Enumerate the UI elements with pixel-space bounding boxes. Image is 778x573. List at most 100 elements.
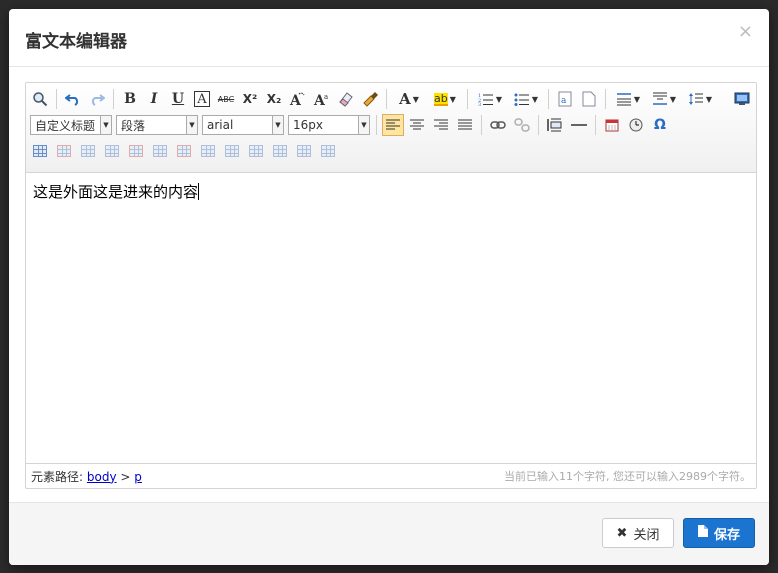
toolbar-separator bbox=[595, 115, 596, 135]
insert-row-icon[interactable] bbox=[101, 140, 123, 162]
format-match-icon[interactable]: A bbox=[287, 88, 309, 110]
bold-button[interactable]: B bbox=[119, 88, 141, 110]
fullscreen-icon[interactable] bbox=[731, 88, 753, 110]
insert-paragraph-before-table-icon[interactable] bbox=[77, 140, 99, 162]
modal-header: 富文本编辑器 × bbox=[9, 9, 769, 67]
svg-text:A: A bbox=[289, 93, 302, 107]
line-height-button[interactable]: ▼ bbox=[683, 88, 717, 110]
toolbar-separator bbox=[56, 89, 57, 109]
editor-statusbar: 元素路径: body > p 当前已输入11个字符, 您还可以输入2989个字符… bbox=[26, 463, 756, 488]
word-count: 当前已输入11个字符, 您还可以输入2989个字符。 bbox=[504, 470, 751, 483]
table-icon bbox=[105, 145, 119, 157]
toolbar-separator bbox=[386, 89, 387, 109]
toolbar-row-1: B I U A ABC X² X₂ A Aa A ▼ ab ▼ 1 2 3 ▼ … bbox=[28, 86, 756, 112]
editor-text: 这是外面这是进来的内容 bbox=[33, 183, 199, 201]
italic-button[interactable]: I bbox=[143, 88, 165, 110]
horizontal-rule-icon[interactable] bbox=[568, 114, 590, 136]
clock-icon[interactable] bbox=[625, 114, 647, 136]
file-icon bbox=[697, 525, 708, 541]
editor-toolbar: B I U A ABC X² X₂ A Aa A ▼ ab ▼ 1 2 3 ▼ … bbox=[26, 83, 756, 173]
merge-down-icon[interactable] bbox=[245, 140, 267, 162]
link-icon[interactable] bbox=[487, 114, 509, 136]
merge-right-icon[interactable] bbox=[221, 140, 243, 162]
insert-frame-icon[interactable] bbox=[544, 114, 566, 136]
delete-column-icon[interactable] bbox=[173, 140, 195, 162]
editor: B I U A ABC X² X₂ A Aa A ▼ ab ▼ 1 2 3 ▼ … bbox=[25, 82, 757, 489]
chevron-down-icon: ▼ bbox=[449, 94, 456, 104]
highlight-color-button[interactable]: ab ▼ bbox=[428, 88, 462, 110]
toolbar-row-2: 自定义标题 ▼ 段落 ▼ arial ▼ 16px ▼ Ω bbox=[28, 112, 756, 138]
auto-typeset-icon[interactable]: Aa bbox=[311, 88, 333, 110]
chevron-down-icon: ▼ bbox=[705, 94, 713, 104]
delete-table-icon[interactable] bbox=[53, 140, 75, 162]
chevron-down-icon: ▼ bbox=[495, 94, 503, 104]
insert-table-icon[interactable] bbox=[29, 140, 51, 162]
toolbar-separator bbox=[538, 115, 539, 135]
page-break-icon[interactable] bbox=[578, 88, 600, 110]
editor-content[interactable]: 这是外面这是进来的内容 bbox=[26, 173, 756, 467]
align-center-icon[interactable] bbox=[406, 114, 428, 136]
subscript-button[interactable]: X₂ bbox=[263, 88, 285, 110]
save-button[interactable]: 保存 bbox=[683, 518, 755, 548]
path-link-body[interactable]: body bbox=[87, 470, 117, 484]
split-cells-icon[interactable] bbox=[269, 140, 291, 162]
chevron-down-icon: ▼ bbox=[412, 94, 419, 104]
chevron-down-icon: ▼ bbox=[358, 116, 369, 134]
split-columns-icon[interactable] bbox=[317, 140, 339, 162]
font-family-select[interactable]: arial ▼ bbox=[202, 115, 284, 135]
custom-heading-select[interactable]: 自定义标题 ▼ bbox=[30, 115, 112, 135]
chevron-down-icon: ▼ bbox=[186, 116, 197, 134]
close-icon: ✖ bbox=[616, 525, 628, 541]
close-button[interactable]: ✖ 关闭 bbox=[602, 518, 674, 548]
table-icon bbox=[201, 145, 215, 157]
calendar-icon[interactable] bbox=[601, 114, 623, 136]
unordered-list-button[interactable]: ▼ bbox=[509, 88, 543, 110]
align-right-icon[interactable] bbox=[430, 114, 452, 136]
toolbar-separator bbox=[467, 89, 468, 109]
font-color-button[interactable]: A ▼ bbox=[392, 88, 426, 110]
strikethrough-button[interactable]: ABC bbox=[215, 88, 237, 110]
chevron-down-icon: ▼ bbox=[633, 94, 641, 104]
insert-column-icon[interactable] bbox=[149, 140, 171, 162]
unlink-icon[interactable] bbox=[511, 114, 533, 136]
font-size-select[interactable]: 16px ▼ bbox=[288, 115, 370, 135]
split-rows-icon[interactable] bbox=[293, 140, 315, 162]
underline-button[interactable]: U bbox=[167, 88, 189, 110]
element-path: 元素路径: body > p bbox=[31, 468, 142, 485]
align-justify-icon[interactable] bbox=[454, 114, 476, 136]
paragraph-spacing-top-button[interactable]: ▼ bbox=[611, 88, 645, 110]
undo-icon[interactable] bbox=[62, 88, 84, 110]
chevron-down-icon: ▼ bbox=[272, 116, 283, 134]
toolbar-row-3 bbox=[28, 138, 756, 164]
ordered-list-button[interactable]: 123 ▼ bbox=[473, 88, 507, 110]
redo-icon[interactable] bbox=[86, 88, 108, 110]
table-icon bbox=[81, 145, 95, 157]
rich-text-editor-dialog: 富文本编辑器 × B I U A ABC X² X₂ A A a A ▼ ab … bbox=[9, 9, 769, 565]
preview-icon[interactable] bbox=[29, 88, 51, 110]
paragraph-format-select[interactable]: 段落 ▼ bbox=[116, 115, 198, 135]
table-icon bbox=[153, 145, 167, 157]
close-icon[interactable]: × bbox=[738, 21, 753, 42]
format-brush-icon[interactable] bbox=[359, 88, 381, 110]
table-icon bbox=[273, 145, 287, 157]
toolbar-separator bbox=[113, 89, 114, 109]
table-icon bbox=[249, 145, 263, 157]
anchor-icon[interactable]: a bbox=[554, 88, 576, 110]
modal-footer: ✖ 关闭 保存 bbox=[9, 502, 769, 565]
text-cursor bbox=[198, 183, 200, 200]
paragraph-format-value: 段落 bbox=[121, 118, 146, 133]
modal-title: 富文本编辑器 bbox=[25, 32, 127, 52]
toolbar-separator bbox=[548, 89, 549, 109]
align-left-icon[interactable] bbox=[382, 114, 404, 136]
chevron-down-icon: ▼ bbox=[669, 94, 677, 104]
superscript-button[interactable]: X² bbox=[239, 88, 261, 110]
font-border-button[interactable]: A bbox=[194, 91, 210, 107]
font-size-value: 16px bbox=[293, 118, 323, 132]
delete-row-icon[interactable] bbox=[125, 140, 147, 162]
special-chars-icon[interactable]: Ω bbox=[649, 114, 671, 136]
paragraph-spacing-bottom-button[interactable]: ▼ bbox=[647, 88, 681, 110]
svg-text:a: a bbox=[324, 93, 328, 101]
merge-cells-icon[interactable] bbox=[197, 140, 219, 162]
eraser-icon[interactable] bbox=[335, 88, 357, 110]
path-link-p[interactable]: p bbox=[134, 470, 142, 484]
